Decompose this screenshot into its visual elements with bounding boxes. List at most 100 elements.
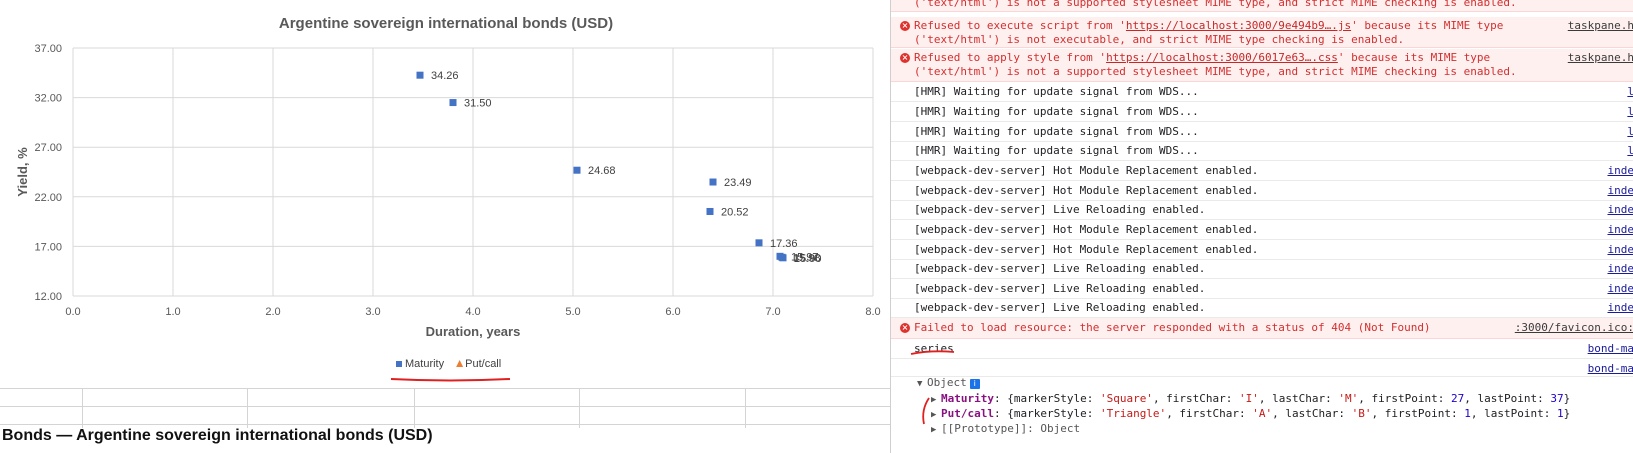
x-tick-label: 3.0 — [365, 306, 380, 318]
x-tick-label: 1.0 — [165, 306, 180, 318]
message-source-link[interactable]: bond-ma — [1588, 342, 1633, 356]
property-key: Put/call — [941, 407, 994, 420]
message-source-link[interactable]: l — [1627, 144, 1633, 158]
punct: , lastChar: — [1272, 407, 1352, 420]
message-source-link[interactable]: :3000/favicon.ico: — [1515, 321, 1633, 335]
legend-marker-square — [396, 361, 402, 367]
console-message-text: series — [914, 342, 954, 355]
console-message-text: [webpack-dev-server] Live Reloading enab… — [914, 203, 1206, 216]
message-source-link[interactable]: inde — [1608, 262, 1633, 276]
console-log-message[interactable]: [HMR] Waiting for update signal from WDS… — [891, 141, 1633, 161]
x-tick-label: 8.0 — [865, 306, 880, 318]
message-source-link[interactable]: inde — [1608, 282, 1633, 296]
y-tick-label: 27.00 — [34, 142, 62, 154]
console-message-text: [HMR] Waiting for update signal from WDS… — [914, 105, 1199, 118]
message-source-link[interactable]: inde — [1608, 243, 1633, 257]
y-tick-label: 12.00 — [34, 291, 62, 303]
message-text: ' because its MIME type — [1337, 51, 1491, 64]
console-log-message[interactable]: [webpack-dev-server] Live Reloading enab… — [891, 279, 1633, 299]
console-log-message[interactable]: [webpack-dev-server] Live Reloading enab… — [891, 298, 1633, 318]
x-tick-label: 5.0 — [565, 306, 580, 318]
object-prototype[interactable]: ▶ [[Prototype]]: Object — [931, 422, 1080, 437]
message-source-link[interactable]: inde — [1608, 301, 1633, 315]
scatter-chart[interactable]: Argentine sovereign international bonds … — [0, 0, 890, 390]
y-axis-label: Yield, % — [15, 147, 30, 197]
console-log-message[interactable]: [HMR] Waiting for update signal from WDS… — [891, 82, 1633, 102]
sheet-grid-line — [745, 388, 746, 428]
x-axis-label: Duration, years — [426, 324, 521, 339]
console-error-message[interactable]: × Refused to execute script from 'https:/… — [891, 17, 1633, 48]
console-log-message[interactable]: series bond-ma — [891, 339, 1633, 359]
punct: , lastPoint: — [1470, 407, 1557, 420]
console-log-message[interactable]: [webpack-dev-server] Live Reloading enab… — [891, 200, 1633, 220]
data-label: 24.68 — [588, 165, 616, 177]
console-message-text: Failed to load resource: the server resp… — [914, 321, 1431, 334]
sheet-grid-line — [579, 388, 580, 428]
message-source-link[interactable]: inde — [1608, 203, 1633, 217]
console-log-message[interactable]: [HMR] Waiting for update signal from WDS… — [891, 102, 1633, 122]
message-source-link[interactable]: taskpane.h — [1568, 19, 1633, 33]
data-label: 34.26 — [431, 70, 459, 82]
data-point-marker — [779, 254, 787, 262]
console-error-message[interactable]: ('text/html') is not a supported stylesh… — [891, 0, 1633, 12]
devtools-console[interactable]: ('text/html') is not a supported stylesh… — [890, 0, 1633, 453]
data-point-marker — [449, 99, 457, 107]
message-source-link[interactable]: l — [1627, 105, 1633, 119]
legend-entry: Maturity — [405, 358, 445, 370]
x-tick-label: 7.0 — [765, 306, 780, 318]
message-source-link[interactable]: l — [1627, 85, 1633, 99]
message-source-link[interactable]: l — [1627, 125, 1633, 139]
resource-link[interactable]: https://localhost:3000/6017e63….css — [1106, 51, 1338, 64]
collapse-triangle-icon[interactable]: ▶ — [931, 393, 941, 407]
object-property[interactable]: ▶ Put/call: {markerStyle: 'Triangle', fir… — [931, 407, 1570, 422]
annotation-underline — [390, 378, 511, 382]
x-tick-label: 4.0 — [465, 306, 480, 318]
message-text: ('text/html') is not a supported stylesh… — [914, 65, 1517, 78]
x-tick-label: 2.0 — [265, 306, 280, 318]
console-log-message[interactable]: [webpack-dev-server] Live Reloading enab… — [891, 259, 1633, 279]
punct: : {markerStyle: — [993, 407, 1100, 420]
sheet-section-title: Bonds — Argentine sovereign internationa… — [2, 427, 433, 444]
console-error-message[interactable]: × Failed to load resource: the server res… — [891, 318, 1633, 339]
property-value: 1 — [1464, 407, 1471, 420]
console-message-text: [webpack-dev-server] Live Reloading enab… — [914, 262, 1206, 275]
spreadsheet-area: Argentine sovereign international bonds … — [0, 0, 890, 453]
object-label: Object — [927, 376, 967, 389]
object-tree-root[interactable]: ▼ Object i — [917, 376, 980, 391]
property-value: 37 — [1550, 392, 1564, 405]
y-tick-label: 22.00 — [34, 192, 62, 204]
console-message-text: Refused to apply style from 'https://loc… — [914, 51, 1517, 79]
message-source-link[interactable]: inde — [1608, 223, 1633, 237]
console-log-message[interactable]: bond-ma — [891, 359, 1633, 377]
resource-link[interactable]: https://localhost:3000/9e494b9….js — [1126, 19, 1351, 32]
message-source-link[interactable]: inde — [1608, 164, 1633, 178]
console-log-message[interactable]: [webpack-dev-server] Hot Module Replacem… — [891, 181, 1633, 201]
console-log-message[interactable]: [HMR] Waiting for update signal from WDS… — [891, 122, 1633, 142]
object-property[interactable]: ▶ Maturity: {markerStyle: 'Square', first… — [931, 392, 1570, 407]
y-tick-label: 37.00 — [34, 43, 62, 55]
sheet-grid-line — [247, 388, 248, 428]
console-error-message[interactable]: × Refused to apply style from 'https://lo… — [891, 49, 1633, 82]
error-icon: × — [900, 21, 910, 31]
message-source-link[interactable]: bond-ma — [1588, 362, 1633, 376]
sheet-grid-line — [0, 406, 890, 407]
data-label: 17.36 — [770, 238, 798, 250]
console-log-message[interactable]: [webpack-dev-server] Hot Module Replacem… — [891, 240, 1633, 260]
data-label: 15.90 — [794, 253, 822, 265]
property-value: 'A' — [1252, 407, 1273, 420]
sheet-grid-line — [0, 424, 890, 425]
message-source-link[interactable]: taskpane.h — [1568, 51, 1633, 65]
punct: , firstPoint: — [1371, 407, 1465, 420]
console-message-text: [webpack-dev-server] Hot Module Replacem… — [914, 243, 1259, 256]
console-log-message[interactable]: [webpack-dev-server] Hot Module Replacem… — [891, 220, 1633, 240]
chart-title: Argentine sovereign international bonds … — [279, 15, 613, 32]
info-icon[interactable]: i — [969, 379, 980, 389]
punct: : {markerStyle: — [993, 392, 1100, 405]
console-log-message[interactable]: [webpack-dev-server] Hot Module Replacem… — [891, 161, 1633, 181]
collapse-triangle-icon[interactable]: ▶ — [931, 423, 941, 437]
expand-triangle-icon[interactable]: ▼ — [917, 377, 927, 391]
collapse-triangle-icon[interactable]: ▶ — [931, 408, 941, 422]
message-source-link[interactable]: inde — [1608, 184, 1633, 198]
property-value: 'I' — [1239, 392, 1259, 405]
property-value: 'Square' — [1099, 392, 1153, 405]
